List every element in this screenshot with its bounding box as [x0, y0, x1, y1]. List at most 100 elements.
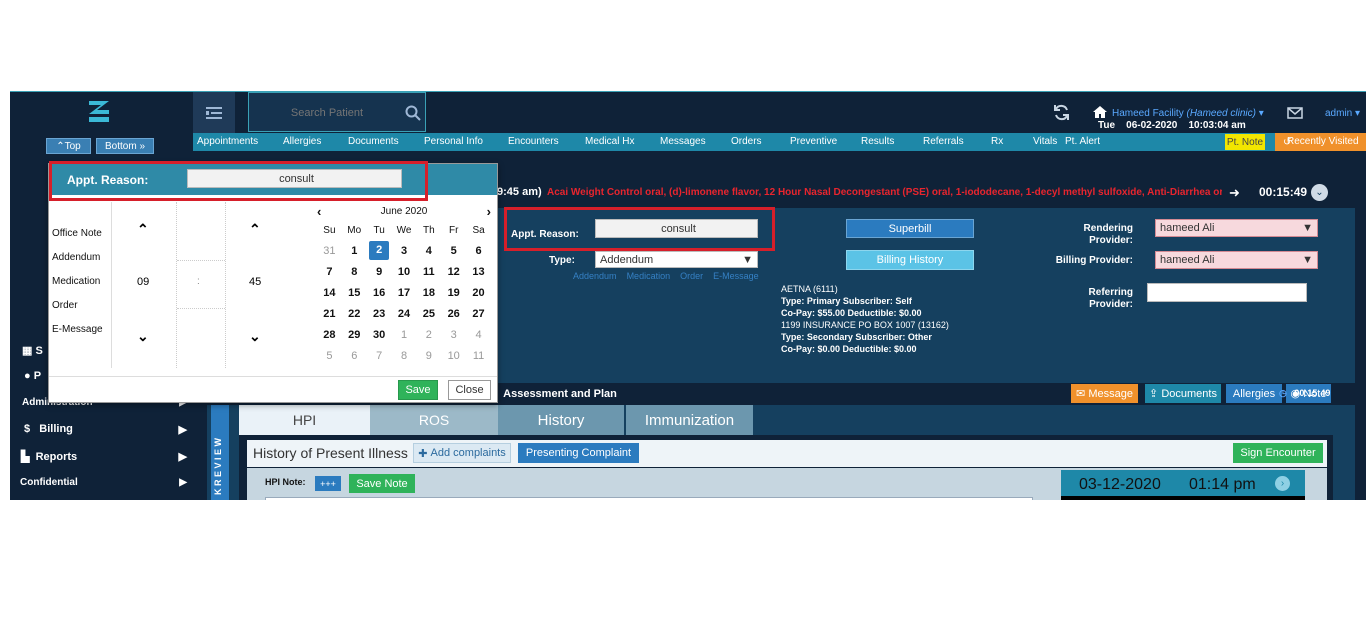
day-cell[interactable]: 13 [466, 261, 491, 282]
nav-personal-info[interactable]: Personal Info [424, 136, 483, 147]
menu-toggle-icon[interactable] [193, 92, 235, 133]
sign-encounter-button[interactable]: Sign Encounter [1233, 443, 1323, 463]
day-cell[interactable]: 9 [416, 345, 441, 366]
tab-history[interactable]: History [498, 405, 624, 435]
day-cell[interactable]: 12 [441, 261, 466, 282]
day-cell[interactable]: 18 [416, 282, 441, 303]
option-emessage[interactable]: E-Message [52, 318, 103, 342]
presenting-complaint-button[interactable]: Presenting Complaint [518, 443, 639, 463]
day-cell[interactable]: 7 [317, 261, 342, 282]
collapse-icon[interactable]: ⌄ [1311, 184, 1328, 201]
nav-documents[interactable]: Documents [348, 136, 399, 147]
nav-results[interactable]: Results [861, 136, 894, 147]
day-cell[interactable]: 8 [392, 345, 417, 366]
tab-assessment-plan[interactable]: Assessment and Plan [497, 384, 623, 403]
search-box[interactable] [248, 92, 426, 132]
day-cell[interactable]: 1 [342, 240, 367, 261]
day-cell[interactable]: 16 [367, 282, 392, 303]
day-cell[interactable]: 26 [441, 303, 466, 324]
logo-icon[interactable] [86, 98, 112, 126]
prev-month-icon[interactable]: ‹ [317, 204, 321, 219]
next-month-icon[interactable]: › [487, 204, 491, 219]
nav-preventive[interactable]: Preventive [790, 136, 837, 147]
referring-provider-input[interactable] [1147, 283, 1307, 302]
day-cell[interactable]: 1 [392, 324, 417, 345]
day-cell[interactable]: 29 [342, 324, 367, 345]
minute-value[interactable]: 45 [249, 276, 261, 288]
day-cell[interactable]: 24 [392, 303, 417, 324]
day-cell[interactable]: 4 [466, 324, 491, 345]
day-cell[interactable]: 5 [317, 345, 342, 366]
documents-button[interactable]: ⇪ Documents [1145, 384, 1221, 403]
hour-down-icon[interactable]: ⌄ [137, 328, 149, 345]
allergies-button[interactable]: Allergies [1226, 384, 1282, 403]
day-cell[interactable]: 14 [317, 282, 342, 303]
day-cell[interactable]: 3 [441, 324, 466, 345]
option-medication[interactable]: Medication [52, 270, 103, 294]
hour-value[interactable]: 09 [137, 276, 149, 288]
nav-allergies[interactable]: Allergies [283, 136, 321, 147]
day-cell[interactable]: 9 [367, 261, 392, 282]
message-button[interactable]: ✉ Message [1071, 384, 1138, 403]
sidebar-item-s[interactable]: ▦ S [22, 344, 43, 357]
arrow-right-icon[interactable]: ➜ [1229, 185, 1240, 201]
nav-medical-hx[interactable]: Medical Hx [585, 136, 634, 147]
day-cell[interactable]: 6 [466, 240, 491, 261]
nav-referrals[interactable]: Referrals [923, 136, 964, 147]
rendering-provider-select[interactable]: hameed Ali ▼ [1155, 219, 1318, 237]
day-cell[interactable]: 28 [317, 324, 342, 345]
nav-appointments[interactable]: Appointments [197, 136, 258, 147]
recently-visited-button[interactable]: ↺ Recently Visited [1275, 133, 1366, 151]
minute-up-icon[interactable]: ⌃ [249, 221, 261, 238]
day-cell[interactable]: 17 [392, 282, 417, 303]
scroll-bottom-button[interactable]: Bottom » [96, 138, 154, 154]
day-cell[interactable]: 25 [416, 303, 441, 324]
user-menu[interactable]: admin ▾ [1325, 108, 1360, 119]
tab-hpi[interactable]: HPI [239, 405, 370, 435]
sidebar-item-billing[interactable]: $ Billing ▶ [24, 423, 187, 436]
billing-history-button[interactable]: Billing History [846, 250, 974, 270]
type-link-order[interactable]: Order [680, 271, 703, 281]
day-cell[interactable]: 6 [342, 345, 367, 366]
type-link-medication[interactable]: Medication [627, 271, 671, 281]
day-cell[interactable]: 11 [416, 261, 441, 282]
save-button[interactable]: Save [398, 380, 438, 400]
day-cell[interactable]: 31 [317, 240, 342, 261]
sidebar-item-confidential[interactable]: Confidential ▶ [20, 477, 187, 488]
day-cell[interactable]: 19 [441, 282, 466, 303]
hour-up-icon[interactable]: ⌃ [137, 221, 149, 238]
day-cell[interactable]: 21 [317, 303, 342, 324]
scroll-top-button[interactable]: ⌃ Top [46, 138, 91, 154]
nav-messages[interactable]: Messages [660, 136, 706, 147]
day-cell[interactable]: 20 [466, 282, 491, 303]
option-office-note[interactable]: Office Note [52, 222, 103, 246]
close-button[interactable]: Close [448, 380, 491, 400]
day-cell[interactable]: 8 [342, 261, 367, 282]
tab-ros[interactable]: ROS [370, 405, 498, 435]
search-input[interactable] [257, 103, 397, 123]
day-cell[interactable]: 10 [441, 345, 466, 366]
nav-rx[interactable]: Rx [991, 136, 1003, 147]
sidebar-item-reports[interactable]: ▙ Reports ▶ [21, 450, 187, 463]
day-cell[interactable]: 3 [392, 240, 417, 261]
day-cell[interactable]: 30 [367, 324, 392, 345]
hpi-note-textarea[interactable] [265, 497, 1033, 500]
save-note-button[interactable]: Save Note [349, 474, 415, 493]
sidebar-item-p[interactable]: ● P [24, 370, 41, 382]
type-link-addendum[interactable]: Addendum [573, 271, 617, 281]
pt-note-button[interactable]: Pt. Note [1225, 134, 1265, 150]
nav-vitals[interactable]: Vitals [1033, 136, 1057, 147]
option-order[interactable]: Order [52, 294, 103, 318]
day-cell[interactable]: 22 [342, 303, 367, 324]
day-cell[interactable]: 4 [416, 240, 441, 261]
nav-encounters[interactable]: Encounters [508, 136, 559, 147]
day-cell[interactable]: 15 [342, 282, 367, 303]
expand-button[interactable]: +++ [315, 476, 341, 491]
type-select[interactable]: Addendum ▼ [595, 251, 758, 268]
mail-icon[interactable] [1287, 107, 1303, 119]
nav-pt-alert[interactable]: Pt. Alert [1065, 136, 1100, 147]
day-cell-selected[interactable]: 2 [367, 240, 392, 261]
add-complaints-button[interactable]: ✚ Add complaints [413, 443, 511, 463]
chevron-right-icon[interactable]: › [1275, 476, 1290, 491]
facility-selector[interactable]: Hameed Facility (Hameed clinic) ▾ [1112, 108, 1264, 119]
